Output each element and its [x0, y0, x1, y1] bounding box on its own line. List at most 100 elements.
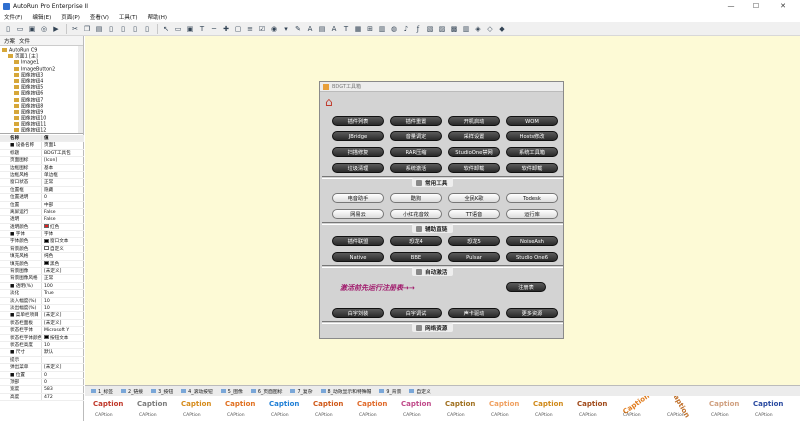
property-value[interactable]: True	[42, 290, 84, 296]
property-value[interactable]: 隐藏	[42, 187, 84, 193]
tool-button[interactable]: 软件卸载	[448, 163, 500, 173]
style-tab[interactable]: 5_图像	[220, 388, 243, 395]
property-row[interactable]: 背景颜色 自定义	[0, 245, 84, 254]
menu-view[interactable]: 查看(V)	[90, 13, 109, 21]
tool-button[interactable]: NoiseAsh	[506, 236, 558, 246]
tool-button[interactable]: 更多资源	[506, 308, 558, 318]
property-value[interactable]: 默认	[42, 349, 84, 355]
button-icon[interactable]: ▭	[173, 24, 183, 34]
menu-edit[interactable]: 编辑(E)	[32, 13, 51, 21]
property-row[interactable]: 顶部 0	[0, 378, 84, 387]
tree-item[interactable]: 图像按钮12	[2, 128, 83, 133]
style-tab[interactable]: 自定义	[409, 388, 431, 395]
property-row[interactable]: 边框图标 基本	[0, 164, 84, 172]
property-value[interactable]: 10	[42, 298, 84, 304]
checkbox-icon[interactable]: ☑	[257, 24, 267, 34]
tool-button[interactable]: 垃圾清理	[332, 163, 384, 173]
property-row[interactable]: ■ 透明(%) 100	[0, 282, 84, 291]
property-value[interactable]: [未定义]	[42, 312, 84, 318]
property-row[interactable]: 页面图标 [Icon]	[0, 157, 84, 165]
property-value[interactable]: 472	[42, 394, 84, 400]
property-row[interactable]: 位置透明 0	[0, 194, 84, 202]
property-row[interactable]: ■ 菜单栏项目 [未定义]	[0, 312, 84, 320]
property-value[interactable]: 按钮文本	[42, 335, 84, 341]
tool-button[interactable]: 电音助手	[332, 193, 384, 203]
pdf-icon[interactable]: ▧	[425, 24, 435, 34]
tool-button[interactable]: 白宇调试	[390, 308, 442, 318]
style-tab[interactable]: 7_复杂	[290, 388, 313, 395]
style-tab[interactable]: 6_页面图标	[250, 388, 282, 395]
tool-button[interactable]: Studio One6	[506, 252, 558, 262]
property-value[interactable]: 字体	[42, 231, 84, 237]
property-value[interactable]: False	[42, 209, 84, 215]
property-row[interactable]: 淡出幅度(%) 10	[0, 304, 84, 313]
property-value[interactable]: 100	[42, 283, 84, 289]
tool-button[interactable]: 运行库	[506, 209, 558, 219]
tree-scrollbar[interactable]	[78, 46, 83, 133]
property-row[interactable]: 位置 中部	[0, 201, 84, 209]
property-value[interactable]: 正常	[42, 275, 84, 281]
caption-style[interactable]: Caption	[533, 400, 563, 408]
panel-icon[interactable]: ▥	[377, 24, 387, 34]
property-row[interactable]: 提示	[0, 356, 84, 365]
tab-scheme[interactable]: 方案	[4, 37, 15, 45]
property-value[interactable]: 中部	[42, 202, 84, 208]
style-tab[interactable]: 1_标签	[91, 388, 113, 395]
tool-button[interactable]: 全民K歌	[448, 193, 500, 203]
image-icon[interactable]: ▣	[185, 24, 195, 34]
property-row[interactable]: 状态栏字体颜色 按钮文本	[0, 334, 84, 342]
property-row[interactable]: 弹出菜单 [未定义]	[0, 364, 84, 372]
minimize-button[interactable]: —	[720, 0, 742, 12]
preview-icon[interactable]: ◎	[39, 24, 49, 34]
edit-icon[interactable]: ✎	[293, 24, 303, 34]
property-value[interactable]: 基本	[42, 165, 84, 171]
open-icon[interactable]: ▭	[15, 24, 25, 34]
tree-icon[interactable]: ⊞	[365, 24, 375, 34]
property-row[interactable]: ■ 字体 字体	[0, 231, 84, 239]
property-value[interactable]: Microsoft Y	[42, 327, 84, 333]
tool-button[interactable]: 恐龙4	[390, 236, 442, 246]
menu-file[interactable]: 文件(F)	[4, 13, 22, 21]
tool-button[interactable]: 小红花音效	[390, 209, 442, 219]
chart2-icon[interactable]: ▥	[461, 24, 471, 34]
tool-button[interactable]: RAR压缩	[390, 147, 442, 157]
page3-icon[interactable]: ▯	[130, 24, 140, 34]
property-value[interactable]: 0	[42, 379, 84, 385]
property-row[interactable]: 状态栏高度 10	[0, 341, 84, 350]
media-icon[interactable]: ♪	[401, 24, 411, 34]
property-row[interactable]: 透明颜色 红色	[0, 223, 84, 232]
property-value[interactable]: 0	[42, 194, 84, 200]
property-row[interactable]: 淡化 True	[0, 290, 84, 298]
tool-button[interactable]: 声卡驱动	[448, 308, 500, 318]
text-icon[interactable]: T	[197, 24, 207, 34]
caption-style[interactable]: Caption	[269, 400, 299, 408]
tool-button[interactable]: 酷狗	[390, 193, 442, 203]
caption-style[interactable]: Caption	[137, 400, 167, 408]
tool-button[interactable]: Native	[332, 252, 384, 262]
property-value[interactable]: 583	[42, 386, 84, 392]
tool-button[interactable]: 网易云	[332, 209, 384, 219]
caption-style[interactable]: Caption	[401, 400, 431, 408]
cut-icon[interactable]: ✂	[70, 24, 80, 34]
caption-style[interactable]: Caption	[709, 400, 739, 408]
tool-button[interactable]: 插件列表	[332, 116, 384, 126]
property-value[interactable]: 10	[42, 342, 84, 348]
property-value[interactable]: 窗口文本	[42, 238, 84, 244]
misc2-icon[interactable]: ◇	[485, 24, 495, 34]
menu-page[interactable]: 页面(P)	[61, 13, 80, 21]
text-b-icon[interactable]: T	[341, 24, 351, 34]
tool-button[interactable]: 音量调定	[390, 131, 442, 141]
cross-icon[interactable]: ✚	[221, 24, 231, 34]
property-value[interactable]: 红色	[42, 224, 84, 230]
property-row[interactable]: 填充风格 纯色	[0, 253, 84, 261]
line-icon[interactable]: ─	[209, 24, 219, 34]
property-row[interactable]: 透明 False	[0, 216, 84, 224]
label-icon[interactable]: A	[305, 24, 315, 34]
copy-icon[interactable]: ❐	[82, 24, 92, 34]
tool-button[interactable]: TT语音	[448, 209, 500, 219]
tool-button[interactable]: BBE	[390, 252, 442, 262]
property-row[interactable]: 离屏运行 False	[0, 208, 84, 217]
property-row[interactable]: ■ 位置 0	[0, 371, 84, 379]
caption-style[interactable]: Caption	[489, 400, 519, 408]
property-row[interactable]: 背景图像风格 正常	[0, 275, 84, 283]
